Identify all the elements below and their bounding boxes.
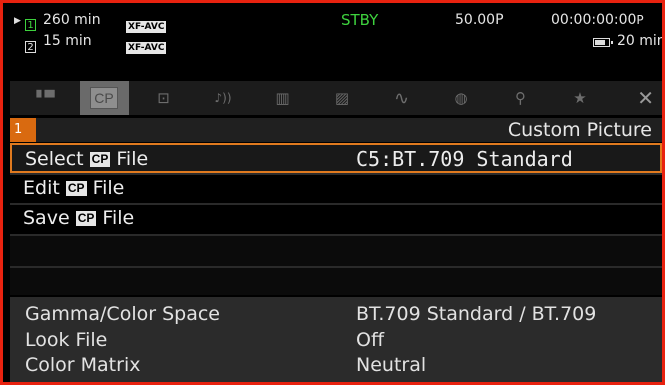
media-slot-2-icon: 2: [25, 35, 36, 54]
audio-icon: ♪)): [214, 91, 232, 105]
media-slot-1-time: 260 min: [43, 12, 101, 28]
empty-menu-row: [10, 268, 662, 295]
media-slot-1-format: XF-AVC: [126, 21, 167, 33]
cp-badge-icon: CP: [65, 181, 87, 196]
menu-item-edit-cp-file[interactable]: Edit CP File: [10, 174, 662, 204]
info-label-gamma: Gamma/Color Space: [25, 303, 220, 325]
battery-time: 20 min: [617, 33, 665, 49]
waveform-icon: ∿: [393, 87, 410, 109]
camera-icon: ▘▀: [36, 90, 55, 106]
rec-state: STBY: [341, 11, 379, 29]
page-header: 1 Custom Picture: [10, 118, 662, 142]
tab-camera[interactable]: ▘▀: [20, 81, 69, 115]
tab-assist[interactable]: ∿: [377, 81, 426, 115]
camera-settings-icon: ⊡: [157, 89, 170, 107]
tab-custom-picture[interactable]: CP: [79, 81, 129, 115]
recording-media-icon: ◍: [454, 89, 468, 107]
page-number: 1: [10, 118, 36, 142]
tab-my-menu[interactable]: ★: [556, 81, 605, 115]
cp-badge-icon: CP: [75, 211, 97, 226]
menu-item-label: Select CP File: [25, 148, 149, 170]
camera-menu-screen: ▶ 1 260 min XF-AVC 2 15 min XF-AVC STBY …: [0, 0, 665, 385]
cp-badge-icon: CP: [89, 152, 111, 167]
menu-item-label: Save CP File: [23, 207, 135, 229]
menu-item-save-cp-file[interactable]: Save CP File: [10, 204, 662, 234]
timecode: 00:00:00:00P: [551, 12, 644, 28]
tab-recording[interactable]: ▥: [258, 81, 307, 115]
info-value-look-file: Off: [356, 329, 385, 351]
tab-display[interactable]: ▨: [318, 81, 367, 115]
media-slot-2-format: XF-AVC: [126, 42, 167, 54]
play-indicator-icon: ▶: [14, 16, 21, 26]
menu-tab-bar: ▘▀ CP ⊡ ♪)) ▥ ▨ ∿ ◍ ⚲ ★ ✕: [10, 81, 662, 115]
page-title: Custom Picture: [507, 119, 652, 141]
media-slot-1-icon: 1: [25, 13, 36, 32]
frame-rate: 50.00P: [455, 12, 504, 28]
tab-audio[interactable]: ♪)): [199, 81, 248, 115]
menu-item-value: C5:BT.709 Standard: [356, 147, 573, 171]
info-label-look-file: Look File: [25, 329, 108, 351]
info-label-color-matrix: Color Matrix: [25, 354, 141, 376]
media-slot-2-time: 15 min: [43, 33, 92, 49]
info-value-color-matrix: Neutral: [356, 354, 427, 376]
close-icon[interactable]: ✕: [637, 86, 654, 110]
info-panel: Gamma/Color Space BT.709 Standard / BT.7…: [10, 297, 662, 382]
tab-system[interactable]: ⚲: [496, 81, 545, 115]
info-value-gamma: BT.709 Standard / BT.709: [356, 303, 597, 325]
empty-menu-row: [10, 236, 662, 266]
film-icon: ▥: [275, 89, 290, 107]
tab-camera-settings[interactable]: ⊡: [139, 81, 188, 115]
display-icon: ▨: [334, 89, 350, 107]
cp-icon: CP: [90, 87, 118, 109]
wrench-icon: ⚲: [515, 89, 526, 107]
star-icon: ★: [573, 89, 587, 107]
tab-media[interactable]: ◍: [437, 81, 486, 115]
menu-item-label: Edit CP File: [23, 177, 125, 199]
battery-icon: [593, 32, 613, 51]
menu-item-select-cp-file[interactable]: Select CP File C5:BT.709 Standard: [10, 143, 662, 173]
